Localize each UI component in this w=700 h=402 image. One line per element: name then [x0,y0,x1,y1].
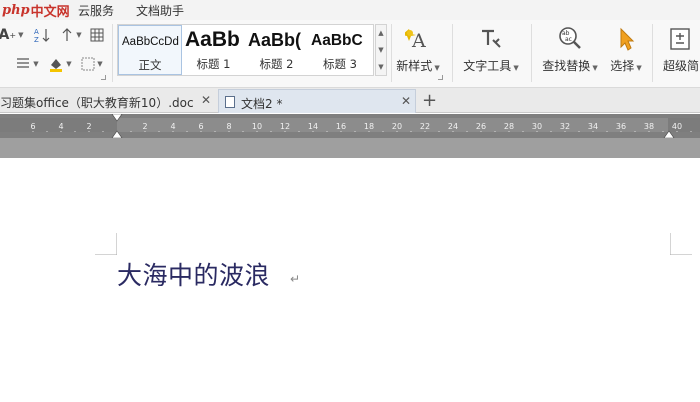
text-tools-icon [477,25,505,53]
document-body-text[interactable]: 大海中的波浪 [117,256,270,292]
ruler-label: 6 [30,122,35,131]
style-normal-sample: AaBbCcDd [122,36,179,48]
close-icon[interactable]: ✕ [401,94,411,108]
ruler-label: 32 [560,122,570,131]
super-button[interactable]: 超级简 [660,23,700,83]
ribbon-toolbar: A + ▼ AZ ▼ ▼ ▼ ▼ AaBbCcDd 正文 AaBb 标题 1 AaB… [0,20,700,88]
menu-bar: php 中文网 云服务 文档助手 [0,0,700,20]
right-indent-marker[interactable] [663,130,675,138]
tab-exercise-doc[interactable]: 习题集office（职大教育新10）.doc ✕ [0,89,217,113]
document-tab-bar: 习题集office（职大教育新10）.doc ✕ 文档2 * ✕ + [0,88,700,113]
text-tools-label: 文字工具 ▼ [463,59,519,73]
style-normal[interactable]: AaBbCcDd 正文 [118,25,182,75]
style-heading-1[interactable]: AaBb 标题 1 [182,25,245,75]
ruler-label: 24 [448,122,458,131]
find-replace-icon: ab ac [556,25,584,53]
chevron-up-icon[interactable]: ▲ [378,29,383,37]
new-style-button[interactable]: A 新样式 ▼ [393,23,443,83]
ruler-label: 8 [226,122,231,131]
ruler-label: 2 [142,122,147,131]
ribbon-separator [531,24,532,82]
ruler-label: 14 [308,122,318,131]
style-gallery: AaBbCcDd 正文 AaBb 标题 1 AaBb( 标题 2 AaBbC 标… [117,24,374,76]
svg-text:Z: Z [34,36,39,43]
document-icon [225,96,235,108]
select-button[interactable]: 选择 ▼ [605,23,647,83]
borders-icon[interactable]: ▼ [78,55,106,73]
ruler-label: 4 [170,122,175,131]
paragraph-dialog-launcher[interactable] [101,75,106,80]
table-borders-icon[interactable] [88,26,106,44]
ruler-label: 10 [252,122,262,131]
new-style-icon: A [404,25,432,53]
ruler-label: 4 [58,122,63,131]
ruler-label: 28 [504,122,514,131]
ruler-label: 26 [476,122,486,131]
style-heading-2-sample: AaBb( [248,30,301,50]
tab-document2-title: 文档2 * [241,97,283,111]
font-size-icon[interactable]: A + ▼ [0,26,23,44]
ruler-label: 40 [672,122,682,131]
line-spacing-icon[interactable]: ▼ [12,55,42,73]
chevron-down-icon[interactable]: ▼ [378,46,383,54]
ribbon-separator [112,24,113,82]
ruler-shadow-gap [0,138,700,158]
ribbon-separator [452,24,453,82]
ruler-label: 16 [336,122,346,131]
find-replace-label: 查找替换 ▼ [542,59,598,73]
svg-text:ac: ac [565,36,572,43]
style-heading-3-name: 标题 3 [323,57,357,71]
find-replace-button[interactable]: ab ac 查找替换 ▼ [537,23,603,83]
menu-doc-assistant[interactable]: 文档助手 [136,2,184,19]
ribbon-separator [391,24,392,82]
horizontal-ruler[interactable]: 6 4 2 2 4 6 8 10 12 14 16 18 20 22 24 26 28 30 32 34 36 38 40 [0,114,700,138]
style-heading-1-name: 标题 1 [196,57,231,71]
top-left-margin-mark [95,233,117,255]
ruler-label: 6 [198,122,203,131]
style-gallery-scroll[interactable]: ▲ ▼ ▼ [375,24,387,76]
logo-php-text: php [2,2,30,18]
ruler-label: 38 [644,122,654,131]
ruler-label: 12 [280,122,290,131]
numbering-icon[interactable]: ▼ [60,26,82,44]
new-tab-plus-icon[interactable]: + [422,90,437,111]
tab-exercise-doc-title: 习题集office（职大教育新10）.doc [0,96,194,110]
svg-text:A: A [34,28,39,36]
svg-text:A: A [411,30,426,52]
ruler-label: 20 [392,122,402,131]
new-style-label: 新样式 ▼ [396,59,440,73]
shading-icon[interactable]: ▼ [46,55,74,73]
logo-cn-text: 中文网 [30,4,70,20]
select-arrow-icon [612,25,640,53]
super-label: 超级简 [663,59,700,73]
sort-icon[interactable]: AZ [32,26,52,44]
ribbon-separator [652,24,653,82]
ruler-label: 34 [588,122,598,131]
close-icon[interactable]: ✕ [201,93,211,107]
ruler-label: 2 [86,122,91,131]
style-heading-2[interactable]: AaBb( 标题 2 [245,25,308,75]
ruler-scale: 6 4 2 2 4 6 8 10 12 14 16 18 20 22 24 26 28 30 32 34 36 38 40 [0,114,700,138]
text-tools-button[interactable]: 文字工具 ▼ [456,23,526,83]
gallery-expand-icon[interactable]: ▼ [378,63,383,71]
style-heading-2-name: 标题 2 [259,57,294,71]
styles-dialog-launcher[interactable] [438,75,443,80]
style-heading-3[interactable]: AaBbC 标题 3 [308,25,372,75]
menu-cloud-services[interactable]: 云服务 [78,2,114,19]
paragraph-mark-icon: ↵ [290,272,301,286]
style-heading-1-sample: AaBb [185,28,240,51]
top-right-margin-mark [670,233,692,255]
ruler-label: 30 [532,122,542,131]
ruler-label: 22 [420,122,430,131]
ruler-label: 18 [364,122,374,131]
select-label: 选择 ▼ [610,59,642,73]
style-heading-3-sample: AaBbC [311,32,363,49]
tab-document2[interactable]: 文档2 * ✕ [218,89,416,113]
site-logo: php 中文网 [2,1,70,20]
super-icon [666,25,694,53]
style-normal-name: 正文 [138,58,162,72]
ruler-label: 36 [616,122,626,131]
document-page[interactable]: 大海中的波浪 ↵ [0,158,700,402]
hanging-indent-marker[interactable] [111,130,123,138]
